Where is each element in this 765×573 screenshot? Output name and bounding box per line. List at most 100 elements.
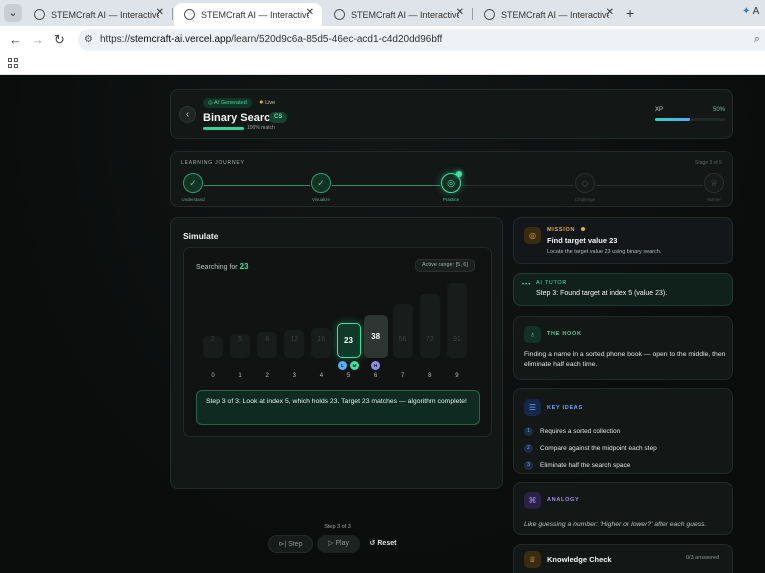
mission-tag: MISSION <box>547 227 576 233</box>
tab-separator <box>172 8 173 20</box>
ai-generated-badge: ◎ AI Generated <box>203 98 252 108</box>
array-index-label: 9 <box>455 373 459 379</box>
xp-label: XP <box>655 107 664 113</box>
analogy-text: Like guessing a number: 'Higher or lower… <box>524 521 707 528</box>
match-progress-bar <box>203 127 244 130</box>
step-explanation: Step 3 of 3: Look at index 5, which hold… <box>196 390 480 425</box>
mission-subtitle: Locate the target value 23 using binary … <box>547 249 662 255</box>
tab-title: STEMCraft AI — Interactive STEM <box>201 9 309 20</box>
close-tab-icon[interactable]: ✕ <box>156 7 164 18</box>
close-tab-icon[interactable]: ✕ <box>456 7 464 18</box>
array-cell: 5 <box>230 334 251 358</box>
forward-arrow-icon[interactable]: → <box>31 32 44 47</box>
apps-grid-icon[interactable] <box>8 58 18 68</box>
array-cell: 8 <box>257 332 278 358</box>
url-field[interactable]: ⚙ https://stemcraft-ai.vercel.app/learn/… <box>78 29 765 51</box>
tutor-text: Step 3: Found target at index 5 (value 2… <box>536 290 668 297</box>
array-cell: 23 <box>336 323 361 358</box>
journey-stage-text: Stage 3 of 5 <box>695 160 722 166</box>
globe-icon <box>34 9 45 20</box>
list-icon: ☰ <box>524 399 541 416</box>
play-icon: ▷ <box>328 540 334 547</box>
match-progress-fill <box>203 127 244 130</box>
array-index-label: 5 <box>346 373 351 379</box>
simulation-title: Simulate <box>183 231 219 241</box>
address-bar-row: ← → ↻ ⚙ https://stemcraft-ai.vercel.app/… <box>0 26 765 54</box>
tab-search-chevron-icon[interactable]: ⌄ <box>4 4 22 22</box>
array-index-label: 3 <box>292 373 296 379</box>
play-button[interactable]: ▷ Play <box>317 535 360 553</box>
array-index-label: 4 <box>319 373 324 379</box>
browser-ai-button[interactable]: ✦ A <box>742 6 765 20</box>
journey-step-master[interactable]: ♕ <box>704 173 724 193</box>
back-arrow-icon[interactable]: ← <box>9 32 22 47</box>
new-tab-plus-icon[interactable]: + <box>626 5 634 21</box>
step-button[interactable]: ⊳| Step <box>268 535 313 553</box>
browser-tab-4[interactable]: STEMCraft AI — Interactive STEM ✕ <box>474 3 622 26</box>
reset-icon: ↺ <box>369 540 376 547</box>
journey-step-label: Understand <box>181 197 205 202</box>
globe-icon <box>334 9 345 20</box>
site-settings-icon[interactable]: ⚙ <box>84 34 93 45</box>
browser-tab-bar: ⌄ STEMCraft AI — Interactive STEM ✕ STEM… <box>0 0 765 26</box>
array-index-label: 2 <box>265 373 269 379</box>
lightbulb-icon: ♁ <box>524 326 541 343</box>
idea-text: Requires a sorted collection <box>540 428 621 435</box>
array-cell: 12 <box>284 330 305 358</box>
array-index-label: 7 <box>401 373 405 379</box>
journey-connector <box>462 185 574 186</box>
target-icon: ◎ <box>524 227 541 244</box>
idea-number: 1 <box>524 427 533 436</box>
analogy-tag: ANALOGY <box>547 497 580 503</box>
array-cell: 56 <box>392 303 413 358</box>
reset-button[interactable]: ↺ Reset <box>363 535 403 553</box>
journey-step-label: Practice <box>442 197 460 202</box>
mission-card: ◎ MISSION Find target value 23 Locate th… <box>513 217 733 264</box>
idea-text: Eliminate half the search space <box>540 462 631 469</box>
array-index-label: 0 <box>211 373 215 379</box>
live-dot-icon: ✹ <box>259 100 264 106</box>
tab-title: STEMCraft AI — Interactive STEM <box>501 9 609 20</box>
key-ideas-card: ☰ KEY IDEAS 1 Requires a sorted collectio… <box>513 388 733 474</box>
journey-step-visualize[interactable]: ✓ <box>311 173 331 193</box>
journey-step-label: Visualize <box>312 197 330 202</box>
array-cell: 2 <box>203 336 223 358</box>
xp-progress-bar <box>655 118 725 121</box>
hook-card: ♁ THE HOOK Finding a name in a sorted ph… <box>513 316 733 380</box>
array-visualizer: Searching for 23 Active range: [5, 6] St… <box>183 247 492 437</box>
journey-step-challenge[interactable]: ◇ <box>575 173 595 193</box>
journey-step-understand[interactable]: ✓ <box>183 173 203 193</box>
hook-tag: THE HOOK <box>547 331 582 337</box>
idea-number: 3 <box>524 461 533 470</box>
step-forward-icon: ⊳| <box>278 541 287 548</box>
analogy-card: ⌘ ANALOGY Like guessing a number: 'Highe… <box>513 482 733 535</box>
searching-for-text: Searching for 23 <box>196 262 249 271</box>
step-counter: Step 3 of 3 <box>324 524 351 530</box>
browser-tab-1[interactable]: STEMCraft AI — Interactive STEM ✕ <box>24 3 172 26</box>
array-cell: 91 <box>446 283 467 358</box>
journey-connector <box>332 185 440 186</box>
reload-icon[interactable]: ↻ <box>54 32 65 48</box>
browser-tab-3[interactable]: STEMCraft AI — Interactive STEM ✕ <box>324 3 472 26</box>
tutor-tag: AI TUTOR <box>536 280 568 286</box>
browser-tab-2[interactable]: STEMCraft AI — Interactive STEM ✕ <box>174 3 322 26</box>
knowledge-check-card[interactable]: ♕ Knowledge Check 0/3 answered <box>513 544 733 573</box>
quiz-count: 0/3 answered <box>686 555 720 561</box>
globe-icon <box>184 9 195 20</box>
close-tab-icon[interactable]: ✕ <box>306 7 314 18</box>
ideas-tag: KEY IDEAS <box>547 405 583 411</box>
mission-title: Find target value 23 <box>547 236 618 245</box>
tab-title: STEMCraft AI — Interactive STEM <box>51 9 159 20</box>
close-tab-icon[interactable]: ✕ <box>606 7 614 18</box>
tab-title: STEMCraft AI — Interactive STEM <box>351 9 459 20</box>
xp-value: 50% <box>713 107 726 113</box>
array-cell: 38 <box>363 314 388 358</box>
back-button[interactable]: ‹ <box>179 106 196 123</box>
subject-badge: CS <box>269 112 288 123</box>
journey-step-label: Master <box>707 197 721 202</box>
lesson-header: ‹ ◎ AI Generated ✹ Live Binary Search CS… <box>170 89 733 139</box>
array-index-label: 8 <box>428 373 432 379</box>
bookmarks-bar <box>0 54 765 75</box>
zoom-magnifier-icon[interactable]: ⌕ <box>754 33 760 46</box>
lesson-title: Binary Search <box>203 112 277 124</box>
